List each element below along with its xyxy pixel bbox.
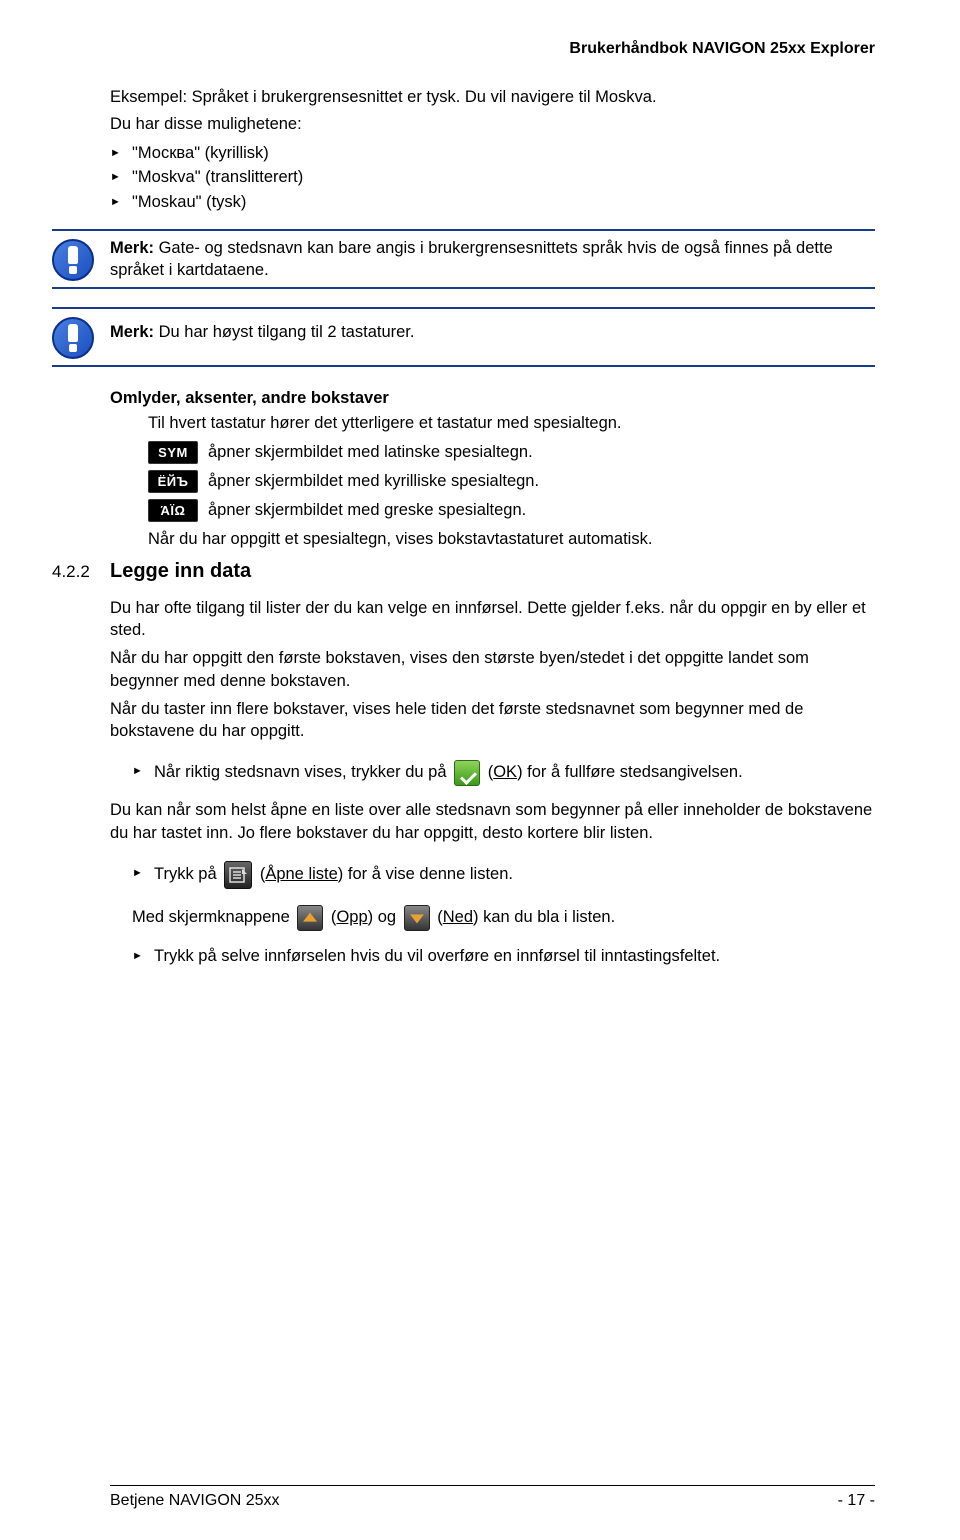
p2: Når du har oppgitt den første bokstaven,…	[110, 647, 875, 692]
sym-row-greek: ΆΪΩ åpner skjermbildet med greske spesia…	[148, 499, 875, 522]
sym-desc: åpner skjermbildet med kyrilliske spesia…	[208, 472, 539, 491]
section-heading-omlyder: Omlyder, aksenter, andre bokstaver	[110, 389, 875, 408]
p5-pre: Med skjermknappene	[132, 908, 294, 926]
b2-pre: Trykk på	[154, 865, 221, 883]
note-block-2: Merk: Du har høyst tilgang til 2 tastatu…	[52, 307, 875, 367]
list-item: "Москва" (kyrillisk)	[110, 141, 875, 166]
sym-button: ЁЙЪ	[148, 470, 198, 493]
bullet-ok: Når riktig stedsnavn vises, trykker du p…	[132, 756, 875, 789]
list-item: "Moskva" (translitterert)	[110, 165, 875, 190]
p3: Når du taster inn flere bokstaver, vises…	[110, 698, 875, 743]
ok-label: OK	[493, 763, 517, 781]
sym-button: SYM	[148, 441, 198, 464]
lead-text: Du har disse mulighetene:	[110, 113, 875, 135]
example-text: Eksempel: Språket i brukergrensesnittet …	[110, 86, 875, 108]
sym-button: ΆΪΩ	[148, 499, 198, 522]
arrow-down-icon	[404, 905, 430, 931]
b1-post: ) for å fullføre stedsangivelsen.	[517, 763, 743, 781]
header-title: Brukerhåndbok NAVIGON 25xx Explorer	[110, 40, 875, 58]
intro-list: "Москва" (kyrillisk) "Moskva" (translitt…	[110, 141, 875, 215]
open-list-label: Åpne liste	[265, 865, 337, 883]
section-4-2-2-heading: 4.2.2 Legge inn data	[52, 560, 875, 583]
sym-row-latin: SYM åpner skjermbildet med latinske spes…	[148, 441, 875, 464]
sym-desc: åpner skjermbildet med latinske spesialt…	[208, 443, 533, 462]
section-number: 4.2.2	[52, 562, 110, 582]
omlyder-intro: Til hvert tastatur hører det ytterligere…	[148, 412, 875, 434]
bullet-open-list: Trykk på (Åpne liste) for å vise denne l…	[132, 858, 875, 891]
note-label: Merk:	[110, 239, 154, 257]
arrow-nav-line: Med skjermknappene (Opp) og (Ned) kan du…	[132, 901, 875, 934]
footer-page: - 17 -	[838, 1492, 875, 1510]
section-title: Legge inn data	[110, 560, 251, 583]
footer: Betjene NAVIGON 25xx - 17 -	[110, 1485, 875, 1510]
arrow-up-icon	[297, 905, 323, 931]
p5-mid: ) og	[368, 908, 401, 926]
p5-post: ) kan du bla i listen.	[473, 908, 615, 926]
b1-pre: Når riktig stedsnavn vises, trykker du p…	[154, 763, 451, 781]
p4: Du kan når som helst åpne en liste over …	[110, 799, 875, 844]
sym-row-cyrillic: ЁЙЪ åpner skjermbildet med kyrilliske sp…	[148, 470, 875, 493]
notice-icon	[52, 317, 94, 359]
up-label: Opp	[336, 908, 367, 926]
notice-icon	[52, 239, 94, 281]
down-label: Ned	[443, 908, 473, 926]
open-list-icon	[224, 861, 252, 889]
sym-desc: åpner skjermbildet med greske spesialteg…	[208, 501, 526, 520]
note-text: Du har høyst tilgang til 2 tastaturer.	[154, 323, 414, 341]
list-item: "Moskau" (tysk)	[110, 190, 875, 215]
note-label: Merk:	[110, 323, 154, 341]
p1: Du har ofte tilgang til lister der du ka…	[110, 597, 875, 642]
b2-post: ) for å vise denne listen.	[338, 865, 513, 883]
footer-left: Betjene NAVIGON 25xx	[110, 1492, 280, 1510]
note-block-1: Merk: Gate- og stedsnavn kan bare angis …	[52, 229, 875, 290]
bullet-transfer: Trykk på selve innførselen hvis du vil o…	[132, 944, 875, 969]
ok-icon	[454, 760, 480, 786]
note-text: Gate- og stedsnavn kan bare angis i bruk…	[110, 239, 833, 279]
omlyder-outro: Når du har oppgitt et spesialtegn, vises…	[148, 528, 875, 550]
